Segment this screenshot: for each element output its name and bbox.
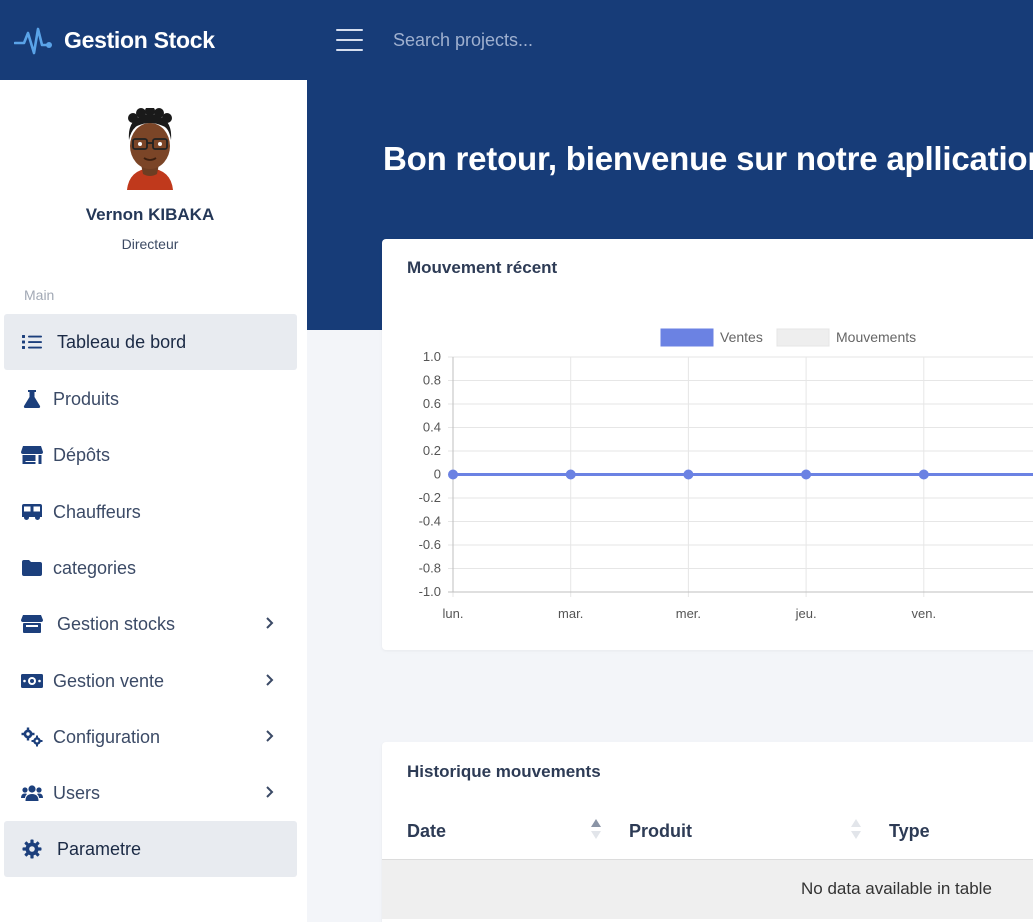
sidebar-item-users[interactable]: Users	[4, 765, 297, 821]
users-icon	[19, 782, 45, 804]
y-tick-label: -0.4	[419, 514, 441, 529]
y-tick-label: 0.2	[423, 443, 441, 458]
list-icon	[19, 331, 45, 353]
recent-movement-card: Mouvement récent 1.0 0.8 0.6 0.4 0.2 0 -0.2 -0.…	[382, 239, 1033, 650]
top-bar	[307, 0, 1033, 80]
y-tick-label: -0.2	[419, 490, 441, 505]
empty-table-message: No data available in table	[801, 879, 992, 898]
heartbeat-logo-icon	[14, 27, 52, 55]
y-tick-label: 0.6	[423, 396, 441, 411]
menu-toggle-icon[interactable]	[336, 29, 363, 51]
warehouse-icon	[19, 613, 45, 635]
sidebar-item-configuration[interactable]: Configuration	[4, 709, 297, 765]
sidebar-item-label: Chauffeurs	[53, 501, 141, 522]
sidebar-item-label: Produits	[53, 388, 120, 409]
chevron-right-icon	[266, 786, 274, 798]
x-tick-label: lun.	[443, 606, 464, 621]
app-title: Gestion Stock	[64, 26, 215, 53]
sidebar-item-label: categories	[53, 557, 137, 578]
column-header-date[interactable]: Date	[407, 821, 446, 842]
sidebar-item-gestion-stocks[interactable]: Gestion stocks	[4, 596, 297, 652]
sidebar-item-gestion-vente[interactable]: Gestion vente	[4, 653, 297, 709]
table-row: No data available in table	[382, 859, 1033, 919]
y-tick-label: -0.6	[419, 537, 441, 552]
y-tick-label: -1.0	[419, 584, 441, 599]
movement-history-card: Historique mouvements Date Produit Type …	[382, 742, 1033, 922]
sidebar-item-label: Gestion stocks	[57, 613, 176, 634]
sort-icon[interactable]	[590, 818, 602, 840]
sidebar-item-categories[interactable]: categories	[4, 540, 297, 596]
folder-icon	[19, 557, 45, 579]
search-input[interactable]	[393, 29, 793, 51]
sidebar-item-parametre[interactable]: Parametre	[4, 821, 297, 877]
legend-swatch	[660, 328, 714, 347]
card-title: Historique mouvements	[407, 762, 601, 781]
user-name: Vernon KIBAKA	[85, 205, 215, 224]
chevron-right-icon	[266, 674, 274, 686]
sidebar-item-label: Dépôts	[53, 444, 111, 465]
chevron-right-icon	[266, 730, 274, 742]
flask-icon	[19, 388, 45, 410]
movement-line-chart: 1.0 0.8 0.6 0.4 0.2 0 -0.2 -0.4 -0.6 -0.8 -1.0lun.…	[419, 328, 1033, 621]
sidebar-item-label: Tableau de bord	[57, 331, 187, 352]
column-header-produit[interactable]: Produit	[629, 821, 692, 842]
sidebar-item-chauffeurs[interactable]: Chauffeurs	[4, 484, 297, 540]
x-tick-label: ven.	[912, 606, 937, 621]
sidebar: Vernon KIBAKA Directeur Main Tableau de …	[0, 80, 307, 922]
cogs-icon	[19, 726, 45, 748]
sidebar-item-tableau-de-bord[interactable]: Tableau de bord	[4, 314, 297, 370]
menu-section-label: Main	[24, 287, 55, 303]
store-icon	[19, 444, 45, 466]
sidebar-item-label: Gestion vente	[53, 670, 165, 691]
sort-icon[interactable]	[850, 818, 862, 840]
chevron-right-icon	[266, 617, 274, 629]
money-bill-icon	[19, 670, 45, 692]
x-tick-label: mer.	[676, 606, 701, 621]
sidebar-item-label: Parametre	[57, 838, 142, 859]
user-role: Directeur	[121, 236, 179, 252]
sidebar-item-produits[interactable]: Produits	[4, 371, 297, 427]
brand[interactable]: Gestion Stock	[0, 0, 307, 80]
legend-label: Ventes	[720, 329, 763, 345]
legend-label: Mouvements	[836, 329, 916, 345]
welcome-title: Bon retour, bienvenue sur notre apllicat…	[383, 140, 1033, 177]
x-tick-label: jeu.	[795, 606, 817, 621]
y-tick-label: 0.8	[423, 373, 441, 388]
y-tick-label: -0.8	[419, 561, 441, 576]
data-point	[801, 469, 812, 480]
data-point	[918, 469, 929, 480]
sidebar-item-depots[interactable]: Dépôts	[4, 427, 297, 483]
column-header-type[interactable]: Type	[889, 821, 930, 842]
sidebar-item-label: Configuration	[53, 726, 161, 747]
legend-swatch	[776, 328, 830, 347]
y-tick-label: 0.4	[423, 420, 441, 435]
gear-icon	[19, 838, 45, 860]
data-point	[565, 469, 576, 480]
y-tick-label: 0	[434, 467, 441, 482]
x-tick-label: mar.	[558, 606, 583, 621]
bus-icon	[19, 501, 45, 523]
data-point	[448, 469, 458, 480]
avatar	[127, 108, 173, 190]
data-point	[683, 469, 694, 480]
y-tick-label: 1.0	[423, 349, 441, 364]
sidebar-item-label: Users	[53, 782, 101, 803]
